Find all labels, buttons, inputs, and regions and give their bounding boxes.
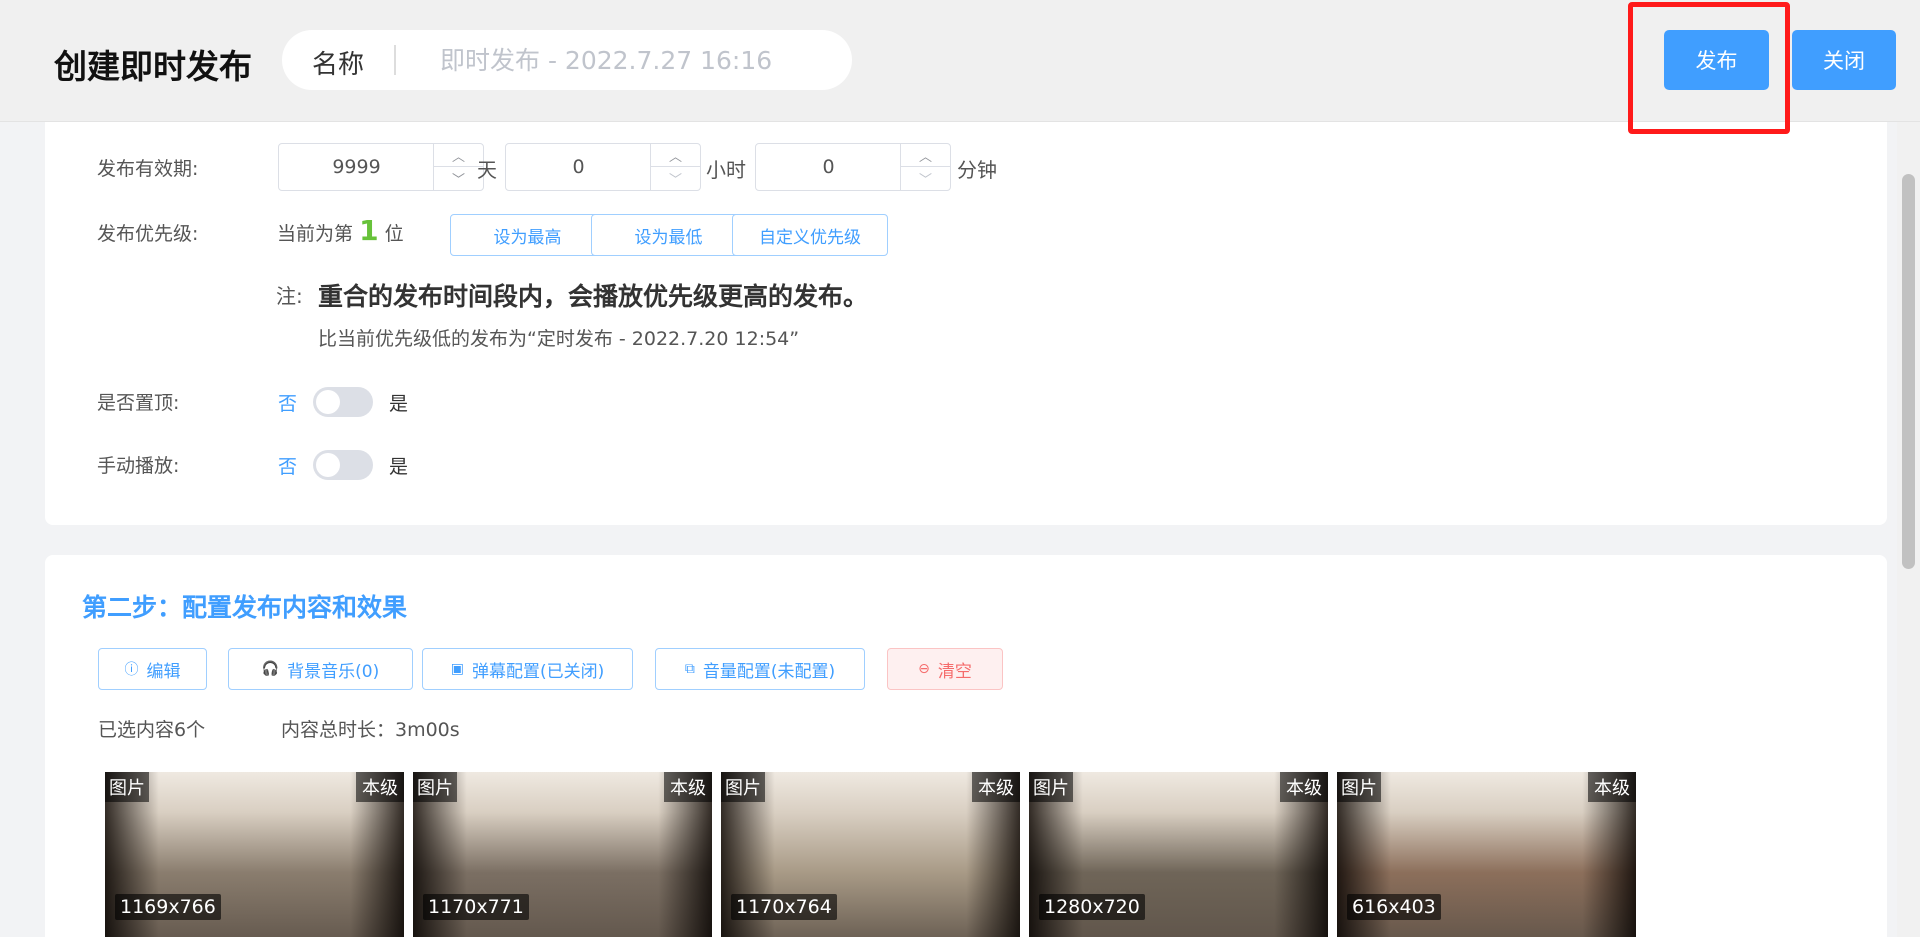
pin-top-switch[interactable] xyxy=(313,387,374,417)
hours-stepper: 0 ︿ ﹀ xyxy=(505,143,701,191)
days-input[interactable]: 9999 xyxy=(279,144,434,190)
media-type-tag: 图片 xyxy=(413,772,457,802)
set-highest-button[interactable]: 设为最高 xyxy=(450,214,605,256)
media-type-tag: 图片 xyxy=(105,772,149,802)
volume-label: 音量配置(未配置) xyxy=(702,661,836,682)
minutes-stepper-arrows: ︿ ﹀ xyxy=(900,144,950,190)
days-increase-button[interactable]: ︿ xyxy=(434,144,483,167)
selected-count: 已选内容6个 xyxy=(98,719,206,741)
set-lowest-button[interactable]: 设为最低 xyxy=(591,214,746,256)
minutes-unit: 分钟 xyxy=(957,158,997,182)
edit-label: 编辑 xyxy=(146,661,181,682)
lower-priority-info: 比当前优先级低的发布为“定时发布 - 2022.7.20 12:54” xyxy=(318,328,800,350)
media-type-tag: 图片 xyxy=(1337,772,1381,802)
note-label: 注: xyxy=(276,284,303,308)
page-title: 创建即时发布 xyxy=(54,47,252,86)
custom-priority-button[interactable]: 自定义优先级 xyxy=(732,214,888,256)
content-thumbnail[interactable]: 图片 本级 1170x771 xyxy=(413,772,712,937)
manual-play-switch-group: 否 是 xyxy=(278,449,408,481)
days-stepper: 9999 ︿ ﹀ xyxy=(278,143,484,191)
days-unit: 天 xyxy=(477,158,497,182)
publish-settings-card: 发布有效期: 9999 ︿ ﹀ 天 0 ︿ ﹀ 小时 0 ︿ ﹀ 分钟 发布优先… xyxy=(45,110,1887,525)
edit-button[interactable]: ⓘ 编辑 xyxy=(98,648,207,690)
priority-note: 重合的发布时间段内，会播放优先级更高的发布。 xyxy=(318,282,869,311)
hours-increase-button[interactable]: ︿ xyxy=(651,144,700,167)
priority-rank: 1 xyxy=(359,214,379,247)
media-type-tag: 图片 xyxy=(721,772,765,802)
danmaku-config-button[interactable]: ▣ 弹幕配置(已关闭) xyxy=(422,648,633,690)
minutes-decrease-button[interactable]: ﹀ xyxy=(901,167,950,190)
publish-button[interactable]: 发布 xyxy=(1664,30,1769,90)
pin-top-off-label: 否 xyxy=(278,392,298,415)
minutes-increase-button[interactable]: ︿ xyxy=(901,144,950,167)
switch-knob xyxy=(316,453,341,477)
content-thumbnail[interactable]: 图片 本级 616x403 xyxy=(1337,772,1636,937)
priority-status: 当前为第 1 位 xyxy=(277,214,404,247)
image-size-tag: 616x403 xyxy=(1347,894,1441,920)
close-button[interactable]: 关闭 xyxy=(1792,30,1896,90)
manual-play-label: 手动播放: xyxy=(97,455,180,477)
volume-config-button[interactable]: ⧉ 音量配置(未配置) xyxy=(655,648,865,690)
priority-prefix: 当前为第 xyxy=(277,223,354,245)
headphones-icon: 🎧 xyxy=(261,661,280,677)
comment-icon: ▣ xyxy=(450,661,464,677)
image-size-tag: 1169x766 xyxy=(115,894,221,920)
minus-circle-icon: ⊖ xyxy=(918,661,930,677)
image-size-tag: 1280x720 xyxy=(1039,894,1145,920)
danmaku-label: 弹幕配置(已关闭) xyxy=(471,661,605,682)
days-decrease-button[interactable]: ﹀ xyxy=(434,167,483,190)
hours-decrease-button[interactable]: ﹀ xyxy=(651,167,700,190)
level-tag: 本级 xyxy=(972,772,1020,802)
content-thumbnail[interactable]: 图片 本级 1170x764 xyxy=(721,772,1020,937)
validity-label: 发布有效期: xyxy=(97,158,199,180)
manual-play-off-label: 否 xyxy=(278,455,298,478)
switch-knob xyxy=(316,390,341,414)
clear-label: 清空 xyxy=(937,661,972,682)
page-header: 创建即时发布 名称 发布 关闭 xyxy=(0,0,1920,122)
name-field: 名称 xyxy=(282,30,852,90)
level-tag: 本级 xyxy=(664,772,712,802)
content-thumbnail[interactable]: 图片 本级 1169x766 xyxy=(105,772,404,937)
minutes-input[interactable]: 0 xyxy=(756,144,901,190)
minutes-stepper: 0 ︿ ﹀ xyxy=(755,143,951,191)
pin-top-on-label: 是 xyxy=(389,392,409,415)
priority-suffix: 位 xyxy=(384,223,404,245)
media-type-tag: 图片 xyxy=(1029,772,1073,802)
hours-unit: 小时 xyxy=(706,158,746,182)
image-size-tag: 1170x764 xyxy=(731,894,837,920)
background-music-button[interactable]: 🎧 背景音乐(0) xyxy=(228,648,413,690)
manual-play-switch[interactable] xyxy=(313,450,374,480)
page-scrollbar[interactable] xyxy=(1897,122,1920,937)
manual-play-on-label: 是 xyxy=(389,455,409,478)
level-tag: 本级 xyxy=(356,772,404,802)
days-stepper-arrows: ︿ ﹀ xyxy=(433,144,483,190)
content-thumbnail[interactable]: 图片 本级 1280x720 xyxy=(1029,772,1328,937)
name-label: 名称 xyxy=(312,50,365,80)
total-duration: 内容总时长：3m00s xyxy=(281,719,460,741)
scrollbar-thumb[interactable] xyxy=(1902,174,1915,569)
hours-input[interactable]: 0 xyxy=(506,144,651,190)
name-divider xyxy=(394,45,396,75)
level-tag: 本级 xyxy=(1588,772,1636,802)
image-size-tag: 1170x771 xyxy=(423,894,529,920)
copy-icon: ⧉ xyxy=(684,661,695,677)
content-config-card: 第二步：配置发布内容和效果 ⓘ 编辑 🎧 背景音乐(0) ▣ 弹幕配置(已关闭)… xyxy=(45,555,1887,937)
step2-title: 第二步：配置发布内容和效果 xyxy=(82,593,408,622)
info-icon: ⓘ xyxy=(124,662,139,678)
name-input[interactable] xyxy=(412,38,832,82)
music-label: 背景音乐(0) xyxy=(287,661,380,682)
clear-button[interactable]: ⊖ 清空 xyxy=(887,648,1003,690)
hours-stepper-arrows: ︿ ﹀ xyxy=(650,144,700,190)
priority-label: 发布优先级: xyxy=(97,223,199,245)
pin-top-switch-group: 否 是 xyxy=(278,386,408,418)
level-tag: 本级 xyxy=(1280,772,1328,802)
pin-top-label: 是否置顶: xyxy=(97,392,180,414)
